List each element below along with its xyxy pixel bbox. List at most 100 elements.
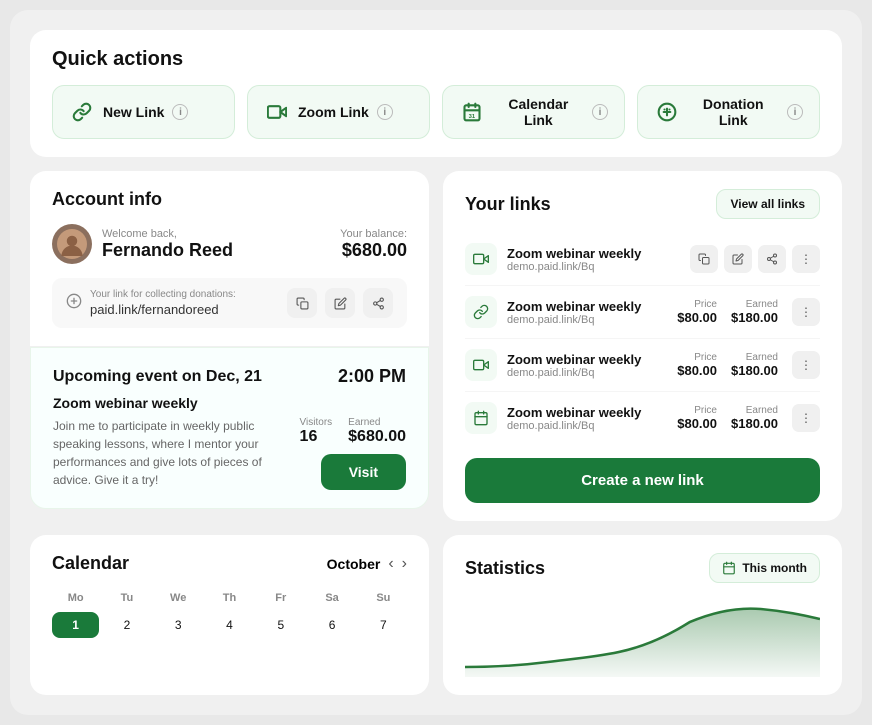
link-name: Zoom webinar weekly [507,299,667,314]
visitors-value: 16 [300,428,318,445]
user-info: Welcome back, Fernando Reed [102,228,233,261]
new-link-button[interactable]: New Link i [52,85,235,139]
calendar-grid: Mo Tu We Th Fr Sa Su 1 2 3 4 5 6 7 [52,588,407,638]
price-label: Price [677,405,717,416]
cal-day-header: Mo [52,588,99,608]
link-info: Zoom webinar weekly demo.paid.link/Bq [507,299,667,326]
donation-link-collecting-label: Your link for collecting donations: [90,289,279,300]
view-all-links-button[interactable]: View all links [716,189,820,219]
visitors-label: Visitors [300,417,333,428]
share-donation-link-button[interactable] [363,288,393,318]
calendar-day-5[interactable]: 5 [257,612,304,638]
account-info-title: Account info [52,189,407,210]
link-share-icon[interactable] [758,245,786,273]
link-more-icon[interactable]: ⋮ [792,351,820,379]
statistics-section: Statistics This month [443,535,842,695]
donation-link-info-icon[interactable]: i [787,104,803,120]
link-url: demo.paid.link/Bq [507,261,680,273]
link-pricing: Price $80.00 Earned $180.00 ⋮ [677,298,820,326]
zoom-link-label: Zoom Link [298,104,369,120]
donation-link-actions [287,288,393,318]
link-earned-group: Earned $180.00 [731,405,778,431]
donation-link-button[interactable]: Donation Link i [637,85,820,139]
event-description: Join me to participate in weekly public … [53,417,286,490]
svg-text:31: 31 [468,114,475,120]
earned-label: Earned [731,299,778,310]
bottom-grid: Calendar October ‹ › Mo Tu We Th Fr Sa S… [30,535,842,695]
link-more-icon[interactable]: ⋮ [792,298,820,326]
new-link-info-icon[interactable]: i [172,104,188,120]
link-type-link-icon [465,296,497,328]
calendar-next-button[interactable]: › [402,555,407,573]
visit-button[interactable]: Visit [321,454,406,490]
event-stats-visit: Visitors 16 Earned $680.00 Visit [300,417,406,490]
donation-link-row: Your link for collecting donations: paid… [52,278,407,328]
cal-day-header: Su [360,588,407,608]
link-more-icon[interactable]: ⋮ [792,245,820,273]
link-price-group: Price $80.00 [677,299,717,325]
price-value: $80.00 [677,363,717,378]
event-name: Zoom webinar weekly [53,395,406,411]
zoom-link-info-icon[interactable]: i [377,104,393,120]
this-month-button[interactable]: This month [709,553,820,583]
your-links-header: Your links View all links [465,189,820,219]
link-type-calendar-icon [465,402,497,434]
statistics-header: Statistics This month [465,553,820,583]
calendar-link-button[interactable]: 31 Calendar Link i [442,85,625,139]
cal-day-header: Tu [103,588,150,608]
calendar-title: Calendar [52,553,129,574]
calendar-day-4[interactable]: 4 [206,612,253,638]
link-copy-icon[interactable] [690,245,718,273]
calendar-link-label: Calendar Link [493,96,584,128]
price-value: $80.00 [677,416,717,431]
user-left: Welcome back, Fernando Reed [52,224,233,264]
link-name: Zoom webinar weekly [507,246,680,261]
earned-value: $180.00 [731,416,778,431]
link-url: demo.paid.link/Bq [507,367,667,379]
earned-value: $180.00 [731,310,778,325]
earned-value: $180.00 [731,363,778,378]
link-more-icon[interactable]: ⋮ [792,404,820,432]
calendar-link-info-icon[interactable]: i [592,104,608,120]
calendar-day-3[interactable]: 3 [155,612,202,638]
link-url: demo.paid.link/Bq [507,420,667,432]
link-item: Zoom webinar weekly demo.paid.link/Bq Pr… [465,339,820,392]
calendar-prev-button[interactable]: ‹ [388,555,393,573]
quick-actions-buttons: New Link i Zoom Link i [52,85,820,139]
link-type-zoom-icon [465,243,497,275]
calendar-month: October [327,556,381,572]
app-container: Quick actions New Link i [10,10,862,715]
edit-donation-link-button[interactable] [325,288,355,318]
left-column: Account info Welcome back, Ferna [30,171,429,521]
link-edit-icon[interactable] [724,245,752,273]
event-body: Join me to participate in weekly public … [53,417,406,490]
calendar-section: Calendar October ‹ › Mo Tu We Th Fr Sa S… [30,535,429,695]
calendar-day-6[interactable]: 6 [308,612,355,638]
donation-link-icon [654,99,680,125]
create-new-link-button[interactable]: Create a new link [465,458,820,503]
event-header: Upcoming event on Dec, 21 2:00 PM [53,366,406,387]
link-price-group: Price $80.00 [677,352,717,378]
donation-link-row-icon [66,293,82,314]
link-price-group: Price $80.00 [677,405,717,431]
link-info: Zoom webinar weekly demo.paid.link/Bq [507,405,667,432]
calendar-day-7[interactable]: 7 [360,612,407,638]
earned-value: $680.00 [348,428,406,445]
avatar [52,224,92,264]
main-grid: Account info Welcome back, Ferna [30,171,842,521]
link-info: Zoom webinar weekly demo.paid.link/Bq [507,352,667,379]
price-label: Price [677,352,717,363]
balance-section: Your balance: $680.00 [340,228,407,261]
new-link-label: New Link [103,104,164,120]
this-month-label: This month [742,561,807,575]
upcoming-event-section: Upcoming event on Dec, 21 2:00 PM Zoom w… [30,347,429,509]
calendar-icon [722,561,736,575]
link-item: Zoom webinar weekly demo.paid.link/Bq Pr… [465,392,820,444]
copy-donation-link-button[interactable] [287,288,317,318]
balance-amount: $680.00 [340,240,407,261]
link-item: Zoom webinar weekly demo.paid.link/Bq Pr… [465,286,820,339]
new-link-icon [69,99,95,125]
calendar-day-1[interactable]: 1 [52,612,99,638]
calendar-day-2[interactable]: 2 [103,612,150,638]
zoom-link-button[interactable]: Zoom Link i [247,85,430,139]
